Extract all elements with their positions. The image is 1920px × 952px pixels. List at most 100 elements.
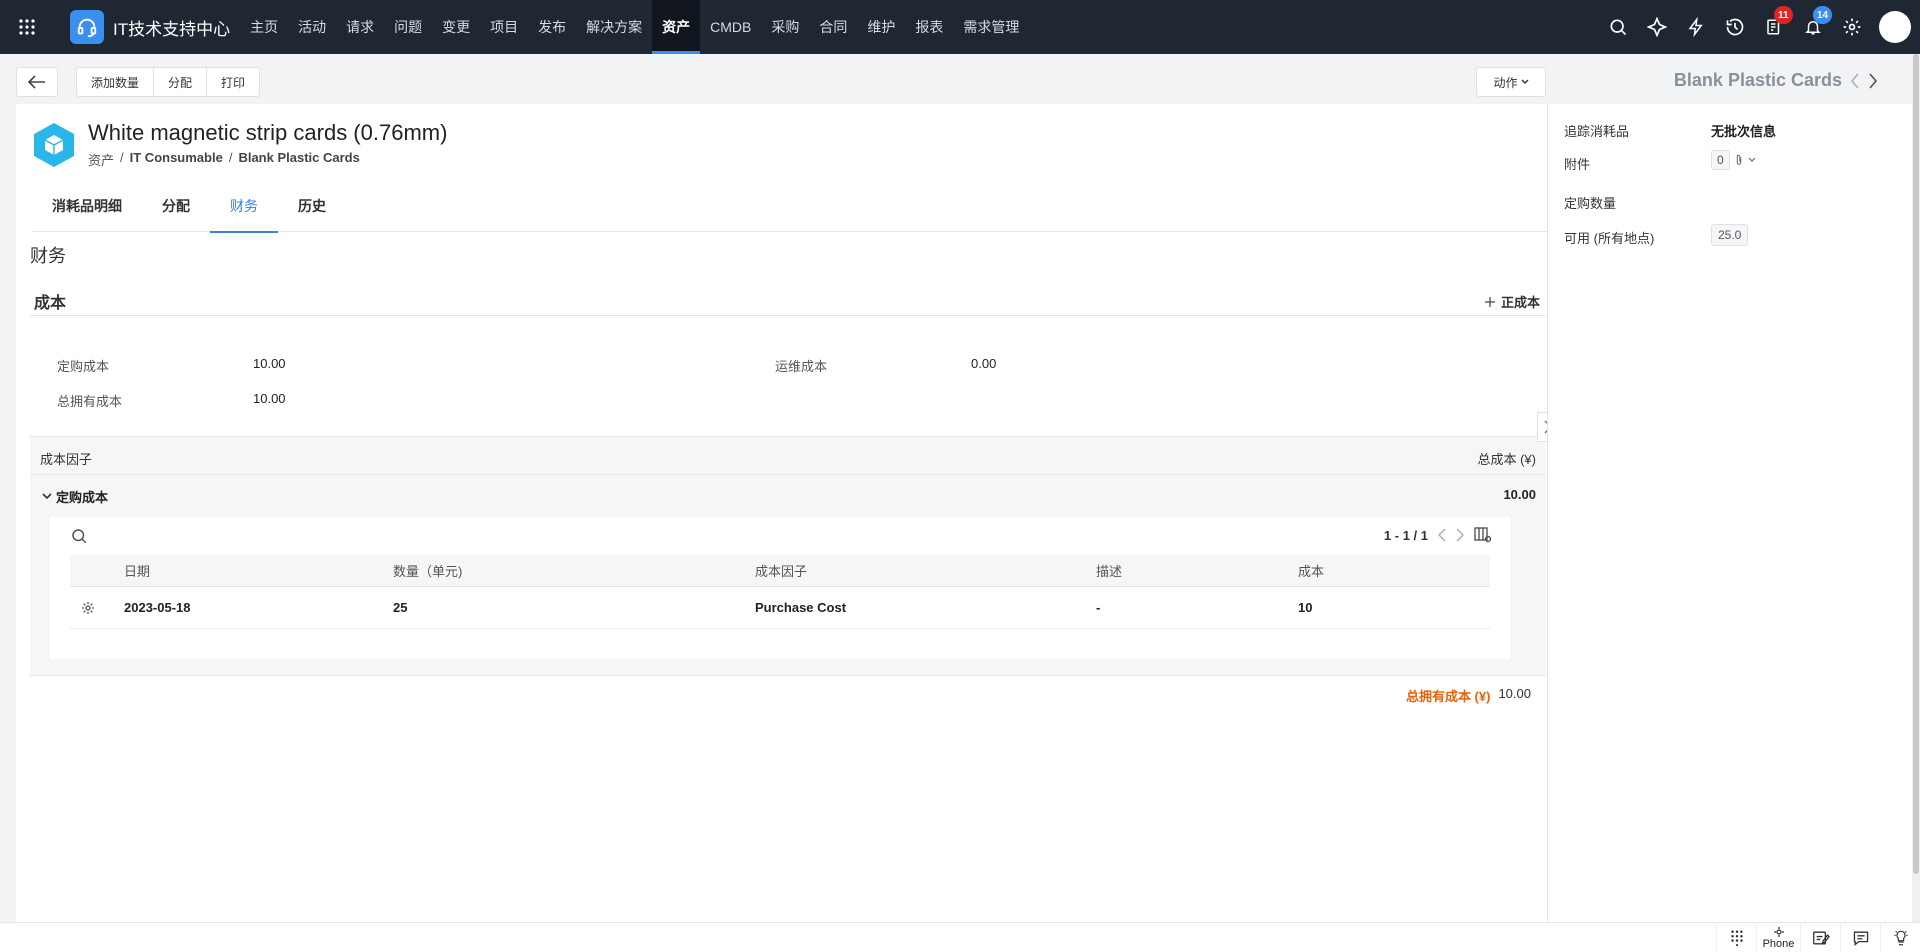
app-grid-icon[interactable] bbox=[0, 0, 54, 54]
chevron-down-icon bbox=[42, 492, 52, 499]
breadcrumb-separator: / bbox=[228, 150, 233, 165]
previous-page-icon[interactable] bbox=[1438, 528, 1446, 542]
nav-item-12[interactable]: 维护 bbox=[857, 0, 905, 54]
column-header-description[interactable]: 描述 bbox=[1096, 555, 1122, 586]
tab-0[interactable]: 消耗品明细 bbox=[32, 180, 142, 232]
nav-item-2[interactable]: 请求 bbox=[336, 0, 384, 54]
dialpad-icon[interactable] bbox=[1716, 923, 1756, 952]
next-page-icon[interactable] bbox=[1456, 528, 1464, 542]
notifications-badge: 14 bbox=[1813, 6, 1833, 24]
column-header-quantity[interactable]: 数量（单元) bbox=[393, 555, 462, 586]
table-header-row: 日期 数量（单元) 成本因子 描述 成本 bbox=[70, 555, 1490, 587]
row-description: - bbox=[1096, 600, 1101, 615]
nav-item-6[interactable]: 发布 bbox=[528, 0, 576, 54]
purchase-cost-group[interactable]: 定购成本 10.00 bbox=[30, 475, 1546, 513]
note-edit-icon[interactable] bbox=[1800, 923, 1840, 952]
nav-item-11[interactable]: 合同 bbox=[809, 0, 857, 54]
add-cost-button[interactable]: 正成本 bbox=[1484, 292, 1540, 311]
row-settings-icon[interactable] bbox=[80, 587, 96, 628]
assign-button[interactable]: 分配 bbox=[154, 68, 208, 96]
tab-1[interactable]: 分配 bbox=[142, 180, 210, 232]
column-settings-icon[interactable] bbox=[1474, 527, 1492, 543]
actions-label: 动作 bbox=[1493, 75, 1518, 90]
total-cost-header-label: 总成本 (¥) bbox=[1477, 452, 1536, 467]
nav-item-5[interactable]: 项目 bbox=[480, 0, 528, 54]
status-bar-icons: Phone bbox=[1716, 923, 1920, 952]
previous-record-icon[interactable] bbox=[1850, 72, 1860, 89]
tco-label: 总拥有成本 bbox=[57, 394, 123, 409]
right-header: Blank Plastic Cards bbox=[1674, 70, 1878, 91]
pagination: 1 - 1 / 1 bbox=[1384, 527, 1492, 543]
column-header-date[interactable]: 日期 bbox=[124, 555, 150, 586]
breadcrumb-assets[interactable]: 资产 bbox=[88, 150, 114, 169]
history-icon[interactable] bbox=[1715, 0, 1754, 54]
bell-icon[interactable]: 14 bbox=[1793, 0, 1833, 54]
lightbulb-icon[interactable] bbox=[1880, 923, 1920, 952]
tab-2[interactable]: 财务 bbox=[210, 180, 278, 233]
search-icon[interactable] bbox=[1598, 0, 1637, 54]
lightning-icon[interactable] bbox=[1676, 0, 1715, 54]
tco-value: 10.00 bbox=[253, 391, 286, 406]
record-toolbar: 添加数量 分配 打印 动作 Blank Plastic Cards bbox=[0, 54, 1920, 104]
phone-label: Phone bbox=[1762, 938, 1795, 950]
nav-item-7[interactable]: 解决方案 bbox=[576, 0, 652, 54]
page-scrollbar[interactable] bbox=[1912, 54, 1920, 924]
search-icon[interactable] bbox=[70, 527, 88, 545]
breadcrumb: 资产 / IT Consumable / Blank Plastic Cards bbox=[88, 150, 360, 169]
cost-factor-box: 成本因子 总成本 (¥) 定购成本 10.00 1 - 1 / 1 日期 数量（… bbox=[30, 436, 1546, 676]
nav-item-8[interactable]: 资产 bbox=[652, 0, 701, 54]
ai-sparkle-icon[interactable] bbox=[1637, 0, 1676, 54]
app-title: IT技术支持中心 bbox=[113, 19, 231, 39]
gear-icon[interactable] bbox=[1832, 0, 1871, 54]
nav-item-14[interactable]: 需求管理 bbox=[953, 0, 1029, 54]
add-quantity-button[interactable]: 添加数量 bbox=[77, 68, 155, 96]
purchase-cost-group-value: 10.00 bbox=[1503, 487, 1536, 502]
consumable-box-icon bbox=[34, 123, 74, 167]
cost-title: 成本 bbox=[34, 295, 67, 312]
scrollbar-thumb[interactable] bbox=[1913, 54, 1919, 874]
purchase-cost-group-toggle[interactable]: 定购成本 bbox=[42, 487, 108, 506]
row-quantity: 25 bbox=[393, 600, 408, 615]
row-cost-factor: Purchase Cost bbox=[755, 600, 847, 615]
purchase-cost-label: 定购成本 bbox=[57, 359, 110, 374]
phone-button[interactable]: Phone bbox=[1756, 923, 1800, 952]
attachments-control[interactable]: 0 bbox=[1711, 150, 1756, 170]
table-row: 2023-05-18 25 Purchase Cost - 10 bbox=[70, 587, 1490, 629]
headset-logo-icon bbox=[70, 10, 104, 44]
nav-item-1[interactable]: 活动 bbox=[288, 0, 336, 54]
brand[interactable]: IT技术支持中心 bbox=[70, 10, 240, 44]
column-header-cost-factor[interactable]: 成本因子 bbox=[755, 555, 807, 586]
available-label: 可用 (所有地点) bbox=[1564, 231, 1655, 246]
user-avatar[interactable] bbox=[1879, 11, 1911, 43]
print-button[interactable]: 打印 bbox=[207, 68, 259, 96]
track-consumable-label: 追踪消耗品 bbox=[1564, 124, 1630, 139]
nav-item-13[interactable]: 报表 bbox=[905, 0, 953, 54]
nav-item-10[interactable]: 采购 bbox=[761, 0, 809, 54]
back-button[interactable] bbox=[16, 67, 58, 97]
nav-item-9[interactable]: CMDB bbox=[700, 0, 761, 54]
cost-entries-table: 1 - 1 / 1 日期 数量（单元) 成本因子 描述 成本 2023-05-1… bbox=[50, 517, 1510, 659]
actions-dropdown[interactable]: 动作 bbox=[1476, 67, 1546, 97]
cost-factor-header: 成本因子 总成本 (¥) bbox=[30, 437, 1546, 475]
breadcrumb-blank-plastic-cards[interactable]: Blank Plastic Cards bbox=[238, 150, 359, 169]
record-tabs: 消耗品明细 分配 财务 历史 bbox=[32, 180, 1547, 233]
toolbar-button-group: 添加数量 分配 打印 bbox=[76, 67, 261, 97]
nav-item-0[interactable]: 主页 bbox=[240, 0, 288, 54]
nav-item-3[interactable]: 问题 bbox=[384, 0, 432, 54]
total-line-label: 总拥有成本 (¥) bbox=[1405, 689, 1491, 704]
tab-3[interactable]: 历史 bbox=[278, 180, 346, 232]
nav-item-4[interactable]: 变更 bbox=[432, 0, 480, 54]
total-line-value: 10.00 bbox=[1498, 686, 1531, 701]
total-ownership-cost: 总拥有成本 (¥) 10.00 bbox=[1406, 686, 1531, 705]
column-header-cost[interactable]: 成本 bbox=[1298, 555, 1324, 586]
tasks-icon[interactable]: 11 bbox=[1754, 0, 1793, 54]
arrow-left-icon bbox=[28, 75, 45, 89]
chat-icon[interactable] bbox=[1840, 923, 1880, 952]
order-quantity-label: 定购数量 bbox=[1564, 196, 1617, 211]
next-record-icon[interactable] bbox=[1868, 72, 1878, 89]
tasks-badge: 11 bbox=[1774, 6, 1793, 24]
chevron-down-icon bbox=[1521, 79, 1528, 84]
breadcrumb-it-consumable[interactable]: IT Consumable bbox=[130, 150, 223, 169]
maintenance-cost-label: 运维成本 bbox=[775, 359, 828, 374]
purchase-cost-value: 10.00 bbox=[253, 356, 286, 371]
